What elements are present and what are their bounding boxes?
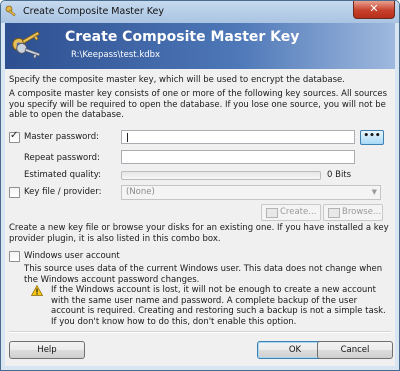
database-path: R:\Keepass\test.kdbx	[71, 50, 161, 60]
browse-key-file-button[interactable]: Browse...	[323, 204, 383, 221]
browse-button-label: Browse...	[342, 207, 382, 217]
key-file-selected: (None)	[126, 187, 155, 197]
title-bar[interactable]: Create Composite Master Key ✕	[1, 1, 399, 23]
close-button[interactable]: ✕	[353, 1, 395, 19]
key-file-help: Create a new key file or browse your dis…	[9, 223, 389, 244]
key-file-label: Key file / provider:	[24, 187, 102, 197]
dialog-window: Create Composite Master Key ✕ Create Com…	[0, 0, 400, 371]
new-file-icon	[266, 208, 278, 218]
master-password-label: Master password:	[24, 132, 99, 142]
keys-icon	[5, 5, 16, 17]
help-button[interactable]: Help	[9, 341, 85, 359]
window-title: Create Composite Master Key	[23, 6, 164, 17]
reveal-password-button[interactable]: •••	[360, 130, 384, 145]
windows-account-help: This source uses data of the current Win…	[24, 264, 383, 285]
folder-icon	[328, 208, 340, 218]
create-button-label: Create...	[280, 207, 317, 217]
master-password-checkbox[interactable]: ✓	[9, 130, 20, 143]
intro-line: Specify the composite master key, which …	[9, 75, 345, 85]
windows-account-label: Windows user account	[24, 251, 120, 261]
checkmark-icon: ✓	[10, 130, 19, 141]
quality-value: 0 Bits	[327, 170, 352, 180]
repeat-password-label: Repeat password:	[24, 153, 100, 163]
key-file-combo[interactable]: (None) ▼	[121, 185, 381, 200]
quality-label: Estimated quality:	[24, 170, 101, 180]
keys-icon	[12, 31, 41, 59]
text-caret	[127, 133, 128, 142]
quality-progress-bar	[121, 171, 321, 180]
header-banner: Create Composite Master Key R:\Keepass\t…	[5, 23, 395, 69]
banner-title: Create Composite Master Key	[65, 29, 300, 45]
separator	[9, 331, 391, 333]
windows-account-checkbox[interactable]	[9, 251, 20, 262]
intro-paragraph: A composite master key consists of one o…	[9, 89, 388, 120]
master-password-input[interactable]	[121, 130, 355, 144]
cancel-button[interactable]: Cancel	[317, 341, 393, 359]
windows-account-warning: If the Windows account is lost, it will …	[51, 285, 386, 327]
chevron-down-icon: ▼	[371, 188, 377, 196]
key-file-checkbox[interactable]	[9, 187, 20, 198]
create-key-file-button[interactable]: Create...	[261, 204, 321, 221]
dialog-content: Specify the composite master key, which …	[5, 69, 395, 366]
warning-icon	[31, 285, 43, 296]
repeat-password-input[interactable]	[121, 150, 355, 164]
